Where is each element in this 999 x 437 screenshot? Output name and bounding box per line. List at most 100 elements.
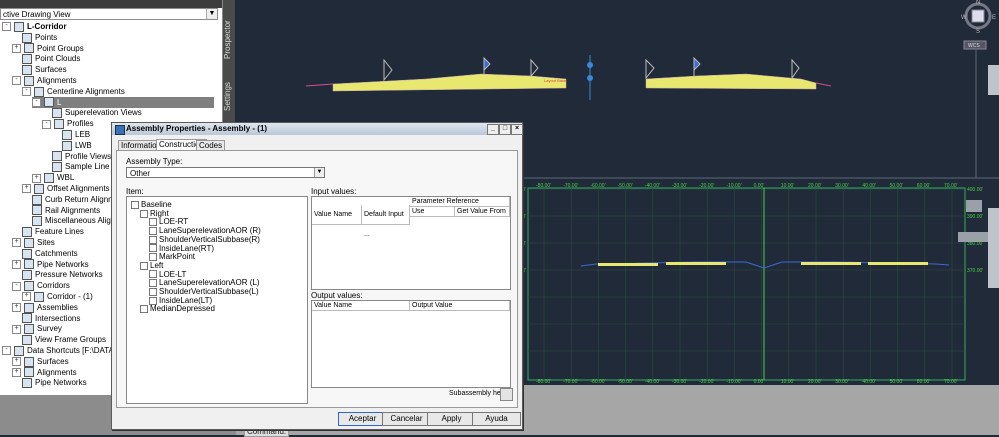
col-use[interactable]: Use bbox=[410, 207, 455, 217]
tree-node-icon bbox=[22, 227, 32, 238]
tree-node-icon bbox=[14, 345, 24, 356]
tree-item[interactable]: Surfaces bbox=[12, 64, 67, 76]
tree-item[interactable]: Point Clouds bbox=[12, 53, 80, 65]
collapse-icon[interactable] bbox=[131, 200, 139, 209]
tree-item[interactable]: Superelevation Views bbox=[42, 107, 142, 119]
tree-item[interactable]: - Profiles bbox=[42, 118, 94, 130]
expand-icon[interactable]: + bbox=[22, 292, 31, 302]
help-button[interactable]: Ayuda bbox=[472, 412, 521, 426]
expand-icon[interactable]: + bbox=[12, 324, 21, 334]
tree-item[interactable]: Catchments bbox=[12, 248, 78, 259]
tree-item[interactable]: Intersections bbox=[12, 313, 80, 324]
chevron-down-icon[interactable]: ▼ bbox=[206, 9, 217, 19]
tree-node-icon bbox=[22, 335, 32, 346]
expand-icon[interactable]: + bbox=[12, 357, 21, 367]
minimize-icon[interactable]: _ bbox=[487, 124, 499, 135]
col-get-value-from[interactable]: Get Value From bbox=[455, 207, 510, 217]
grid-x-label: -70.00' bbox=[563, 183, 578, 189]
tree-item[interactable]: Pipe Networks bbox=[12, 377, 87, 389]
expand-icon[interactable]: + bbox=[12, 367, 21, 377]
collapse-icon[interactable]: - bbox=[2, 22, 11, 32]
assembly-item[interactable]: InsideLane(LT) bbox=[149, 296, 212, 305]
collapse-icon[interactable]: - bbox=[12, 76, 21, 86]
tree-item[interactable]: + Surfaces bbox=[12, 356, 69, 367]
tab-prospector[interactable]: Prospector bbox=[223, 10, 235, 70]
expand-icon[interactable]: + bbox=[32, 173, 41, 183]
subassembly-help-button[interactable] bbox=[500, 388, 513, 401]
tree-item[interactable]: - Corridors bbox=[12, 280, 70, 292]
tree-item[interactable]: + Sites bbox=[12, 237, 55, 248]
tree-item[interactable]: Pressure Networks bbox=[12, 269, 103, 281]
assembly-item[interactable]: MarkPoint bbox=[149, 252, 195, 261]
tree-item-label: View Frame Groups bbox=[35, 335, 106, 345]
assembly-item-label: MedianDepressed bbox=[150, 304, 215, 314]
tree-item[interactable]: Feature Lines bbox=[12, 226, 84, 238]
tree-item[interactable]: + WBL bbox=[32, 172, 74, 184]
cancel-button[interactable]: Cancelar bbox=[382, 412, 431, 426]
tree-item[interactable]: + Corridor - (1) bbox=[22, 291, 93, 302]
col-value-name[interactable]: Value Name bbox=[312, 205, 362, 225]
ok-button[interactable]: Aceptar bbox=[338, 412, 387, 426]
tree-item[interactable]: + Offset Alignments bbox=[22, 183, 110, 194]
assembly-type-label: Assembly Type: bbox=[126, 157, 183, 166]
view-selector[interactable]: ctive Drawing View ▼ bbox=[0, 8, 218, 20]
tree-item[interactable]: - L-Corridor bbox=[2, 21, 67, 32]
chevron-down-icon[interactable]: ▼ bbox=[314, 168, 324, 177]
expand-icon[interactable]: + bbox=[12, 43, 21, 53]
subassembly-icon bbox=[149, 244, 157, 253]
tree-item[interactable]: + Survey bbox=[12, 323, 62, 335]
assembly-item[interactable]: LOE-LT bbox=[149, 270, 186, 279]
tree-item[interactable]: LEB bbox=[52, 129, 90, 140]
collapse-icon[interactable]: - bbox=[42, 119, 51, 129]
tree-item[interactable]: - Alignments bbox=[12, 75, 77, 86]
tree-item[interactable]: + Point Groups bbox=[12, 43, 84, 54]
subassembly-icon bbox=[149, 218, 157, 227]
assembly-item[interactable]: InsideLane(RT) bbox=[149, 244, 214, 253]
assembly-item[interactable]: LaneSuperelevationAOR (L) bbox=[149, 278, 260, 287]
assembly-item[interactable]: Right bbox=[140, 209, 169, 218]
assembly-type-select[interactable]: Other ▼ bbox=[126, 167, 325, 178]
col-default-input[interactable]: Default Input ... bbox=[362, 205, 410, 238]
subassembly-icon bbox=[149, 287, 157, 296]
assembly-item[interactable]: LOE-RT bbox=[149, 217, 188, 226]
apply-button[interactable]: Apply bbox=[427, 412, 476, 426]
close-icon[interactable]: × bbox=[511, 124, 523, 135]
assembly-item[interactable]: ShoulderVerticalSubbase(R) bbox=[149, 235, 260, 244]
tree-item[interactable]: -L bbox=[32, 96, 214, 108]
tree-item[interactable]: Points bbox=[12, 32, 57, 43]
collapse-icon[interactable]: - bbox=[12, 281, 21, 291]
col-output-value-name[interactable]: Value Name bbox=[312, 301, 410, 311]
dialog-title-bar[interactable]: Assembly Properties - Assembly - (1) _ □… bbox=[112, 123, 523, 135]
tree-item[interactable]: - Centerline Alignments bbox=[22, 86, 125, 97]
tree-item[interactable]: LWB bbox=[52, 140, 92, 151]
assembly-item[interactable]: ShoulderVerticalSubbase(L) bbox=[149, 287, 259, 296]
expand-icon[interactable]: + bbox=[22, 184, 31, 194]
expand-icon[interactable]: + bbox=[12, 259, 21, 269]
col-output-value[interactable]: Output Value bbox=[410, 301, 510, 311]
expand-icon[interactable]: + bbox=[12, 303, 21, 313]
collapse-icon[interactable]: - bbox=[32, 97, 41, 107]
collapse-icon[interactable] bbox=[140, 209, 148, 218]
assembly-item[interactable]: Left bbox=[140, 261, 163, 270]
tree-item[interactable]: + Pipe Networks bbox=[12, 259, 89, 270]
collapse-icon[interactable]: - bbox=[2, 346, 11, 356]
tree-item[interactable]: View Frame Groups bbox=[12, 334, 106, 346]
assembly-item[interactable]: Baseline bbox=[131, 200, 172, 209]
input-values-table: Value Name Default Input ... Parameter R… bbox=[311, 196, 511, 290]
collapse-icon[interactable]: - bbox=[22, 87, 31, 97]
viewcube[interactable]: N S W E WCS bbox=[961, 0, 996, 50]
tree-item[interactable]: Profile Views bbox=[42, 151, 111, 162]
assembly-item-label: ShoulderVerticalSubbase(L) bbox=[159, 287, 259, 296]
tree-item-label: Feature Lines bbox=[35, 227, 84, 237]
tree-item[interactable]: Rail Alignments bbox=[22, 205, 100, 216]
expand-icon[interactable]: + bbox=[12, 238, 21, 248]
tree-node-icon bbox=[22, 54, 32, 65]
collapse-icon[interactable] bbox=[140, 261, 148, 270]
tree-item[interactable]: + Alignments bbox=[12, 367, 77, 378]
panel-top-bar bbox=[0, 0, 222, 8]
tab-settings[interactable]: Settings bbox=[223, 72, 235, 122]
maximize-icon[interactable]: □ bbox=[499, 124, 511, 135]
tree-item[interactable]: + Assemblies bbox=[12, 302, 78, 313]
assembly-item[interactable]: LaneSuperelevationAOR (R) bbox=[149, 226, 261, 235]
assembly-item[interactable]: MedianDepressed bbox=[140, 304, 215, 313]
